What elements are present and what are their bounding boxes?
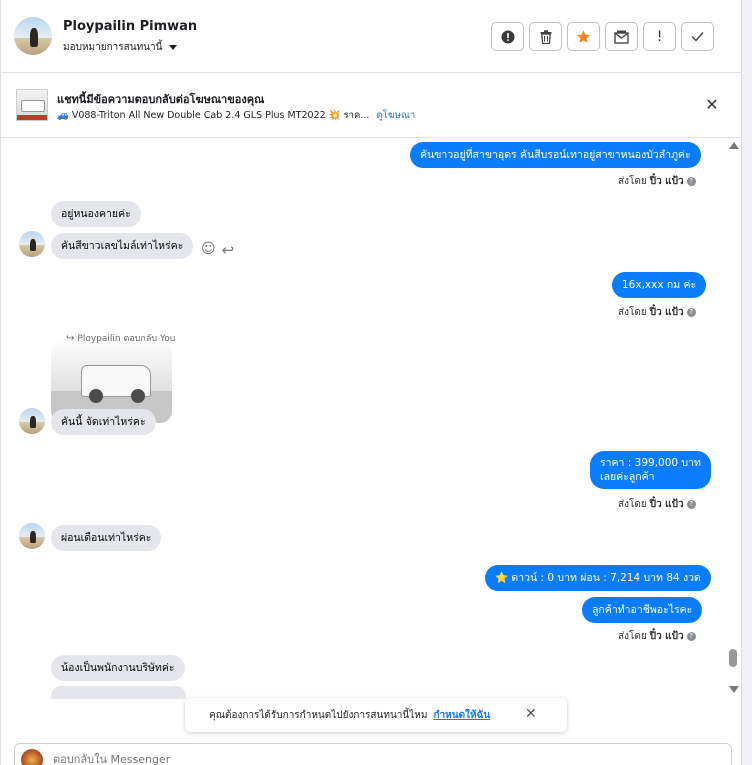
- mark-unread-button[interactable]: [605, 22, 638, 51]
- exclamation-icon: !: [656, 28, 663, 45]
- message-incoming[interactable]: คันนี้ จัดเท่าไหร่คะ: [51, 409, 156, 435]
- view-ad-link[interactable]: ดูโฆษณา: [376, 110, 415, 121]
- message-list[interactable]: คันขาวอยู่ที่สาขาอุดร คันสีบรอน์เทาอยู่ส…: [0, 139, 726, 699]
- message-incoming[interactable]: ผ่อนเดือนเท่าไหร่คะ: [51, 525, 162, 551]
- caret-down-icon: [169, 45, 178, 50]
- assign-dropdown[interactable]: มอบหมายการสนทนานี้: [63, 40, 178, 55]
- help-icon[interactable]: ?: [686, 177, 696, 186]
- message-composer: [14, 743, 732, 765]
- mail-icon: [614, 30, 629, 44]
- checkmark-icon: [691, 32, 704, 42]
- scroll-up-icon[interactable]: [729, 142, 739, 149]
- scroll-down-icon[interactable]: [729, 686, 739, 693]
- scroll-thumb[interactable]: [729, 649, 737, 667]
- message-outgoing[interactable]: คันขาวอยู่ที่สาขาอุดร คันสีบรอน์เทาอยู่ส…: [410, 142, 701, 168]
- mark-done-button[interactable]: [681, 22, 714, 51]
- help-icon[interactable]: ?: [686, 500, 696, 509]
- trash-icon: [540, 29, 551, 44]
- spam-button[interactable]: [491, 22, 524, 51]
- assign-prompt-text: คุณต้องการได้รับการกำหนดไปยังการสนทนานี้…: [209, 709, 428, 721]
- ad-name: 🚙 V088-Triton All New Double Cab 2.4 GLS…: [57, 110, 370, 121]
- sent-by-label: ส่งโดย ปิ๋ว แป้ว ?: [618, 497, 696, 512]
- chat-scrollbar[interactable]: [726, 139, 740, 699]
- sent-by-prefix: ส่งโดย: [618, 499, 647, 510]
- assign-prompt-toast: คุณต้องการได้รับการกำหนดไปยังการสนทนานี้…: [185, 698, 567, 732]
- close-toast-icon[interactable]: ✕: [525, 706, 537, 722]
- contact-avatar[interactable]: [14, 17, 52, 55]
- assign-label: มอบหมายการสนทนานี้: [63, 42, 163, 53]
- delete-button[interactable]: [529, 22, 562, 51]
- message-line: เลยค่ะลูกค้า: [600, 471, 655, 483]
- follow-up-button[interactable]: !: [643, 22, 676, 51]
- message-actions: ☺ ↩: [201, 241, 234, 259]
- react-emoji-icon[interactable]: ☺: [201, 241, 216, 259]
- sent-by-prefix: ส่งโดย: [618, 176, 647, 187]
- reply-arrow-icon[interactable]: ↩: [222, 241, 235, 259]
- sent-by-prefix: ส่งโดย: [618, 307, 647, 318]
- message-outgoing[interactable]: 16x,xxx กม ค่ะ: [612, 272, 707, 298]
- sent-by-name[interactable]: ปิ๋ว แป้ว: [650, 629, 684, 644]
- sent-by-label: ส่งโดย ปิ๋ว แป้ว ?: [618, 174, 696, 189]
- conversation-header: Ploypailin Pimwan มอบหมายการสนทนานี้ !: [0, 0, 741, 73]
- contact-avatar[interactable]: [19, 523, 45, 549]
- message-incoming[interactable]: อยู่หนองคายค่ะ: [51, 201, 141, 227]
- message-outgoing[interactable]: ราคา : 399,000 บาท เลยค่ะลูกค้า: [590, 451, 711, 489]
- help-icon[interactable]: ?: [686, 308, 696, 317]
- reply-input[interactable]: [53, 753, 653, 765]
- page-avatar: [21, 749, 43, 765]
- help-icon[interactable]: ?: [686, 632, 696, 641]
- contact-avatar[interactable]: [19, 408, 45, 434]
- message-incoming-partial[interactable]: [51, 686, 186, 699]
- message-outgoing[interactable]: ⭐ ดาวน์ : 0 บาท ผ่อน : 7,214 บาท 84 งวด: [485, 565, 711, 591]
- message-line: ราคา : 399,000 บาท: [600, 457, 701, 469]
- close-banner-icon[interactable]: ✕: [703, 96, 721, 114]
- sent-by-prefix: ส่งโดย: [618, 631, 647, 642]
- ad-banner-subtitle: 🚙 V088-Triton All New Double Cab 2.4 GLS…: [57, 108, 415, 123]
- ad-thumbnail[interactable]: [16, 89, 48, 121]
- window-edge: [742, 0, 752, 765]
- message-incoming[interactable]: น้องเป็นพนักงานบริษัทค่ะ: [51, 655, 185, 681]
- sent-by-label: ส่งโดย ปิ๋ว แป้ว ?: [618, 305, 696, 320]
- star-button[interactable]: [567, 22, 600, 51]
- message-incoming[interactable]: คันสีขาวเลขไมล์เท่าไหร่คะ: [51, 233, 194, 259]
- contact-avatar[interactable]: [19, 231, 45, 257]
- message-outgoing[interactable]: ลูกค้าทำอาชีพอะไรคะ: [582, 597, 703, 623]
- contact-name[interactable]: Ploypailin Pimwan: [63, 19, 197, 34]
- sent-by-name[interactable]: ปิ๋ว แป้ว: [650, 497, 684, 512]
- sent-by-name[interactable]: ปิ๋ว แป้ว: [650, 174, 684, 189]
- star-icon: [576, 30, 591, 43]
- ad-banner-title: แชทนี้มีข้อความตอบกลับต่อโฆษณาของคุณ: [57, 93, 265, 106]
- alert-circle-icon: [501, 30, 514, 43]
- sent-by-name[interactable]: ปิ๋ว แป้ว: [650, 305, 684, 320]
- reply-arrow-icon: ↪: [66, 332, 75, 344]
- sent-by-label: ส่งโดย ปิ๋ว แป้ว ?: [618, 629, 696, 644]
- assign-to-me-link[interactable]: กำหนดให้ฉัน: [433, 708, 490, 723]
